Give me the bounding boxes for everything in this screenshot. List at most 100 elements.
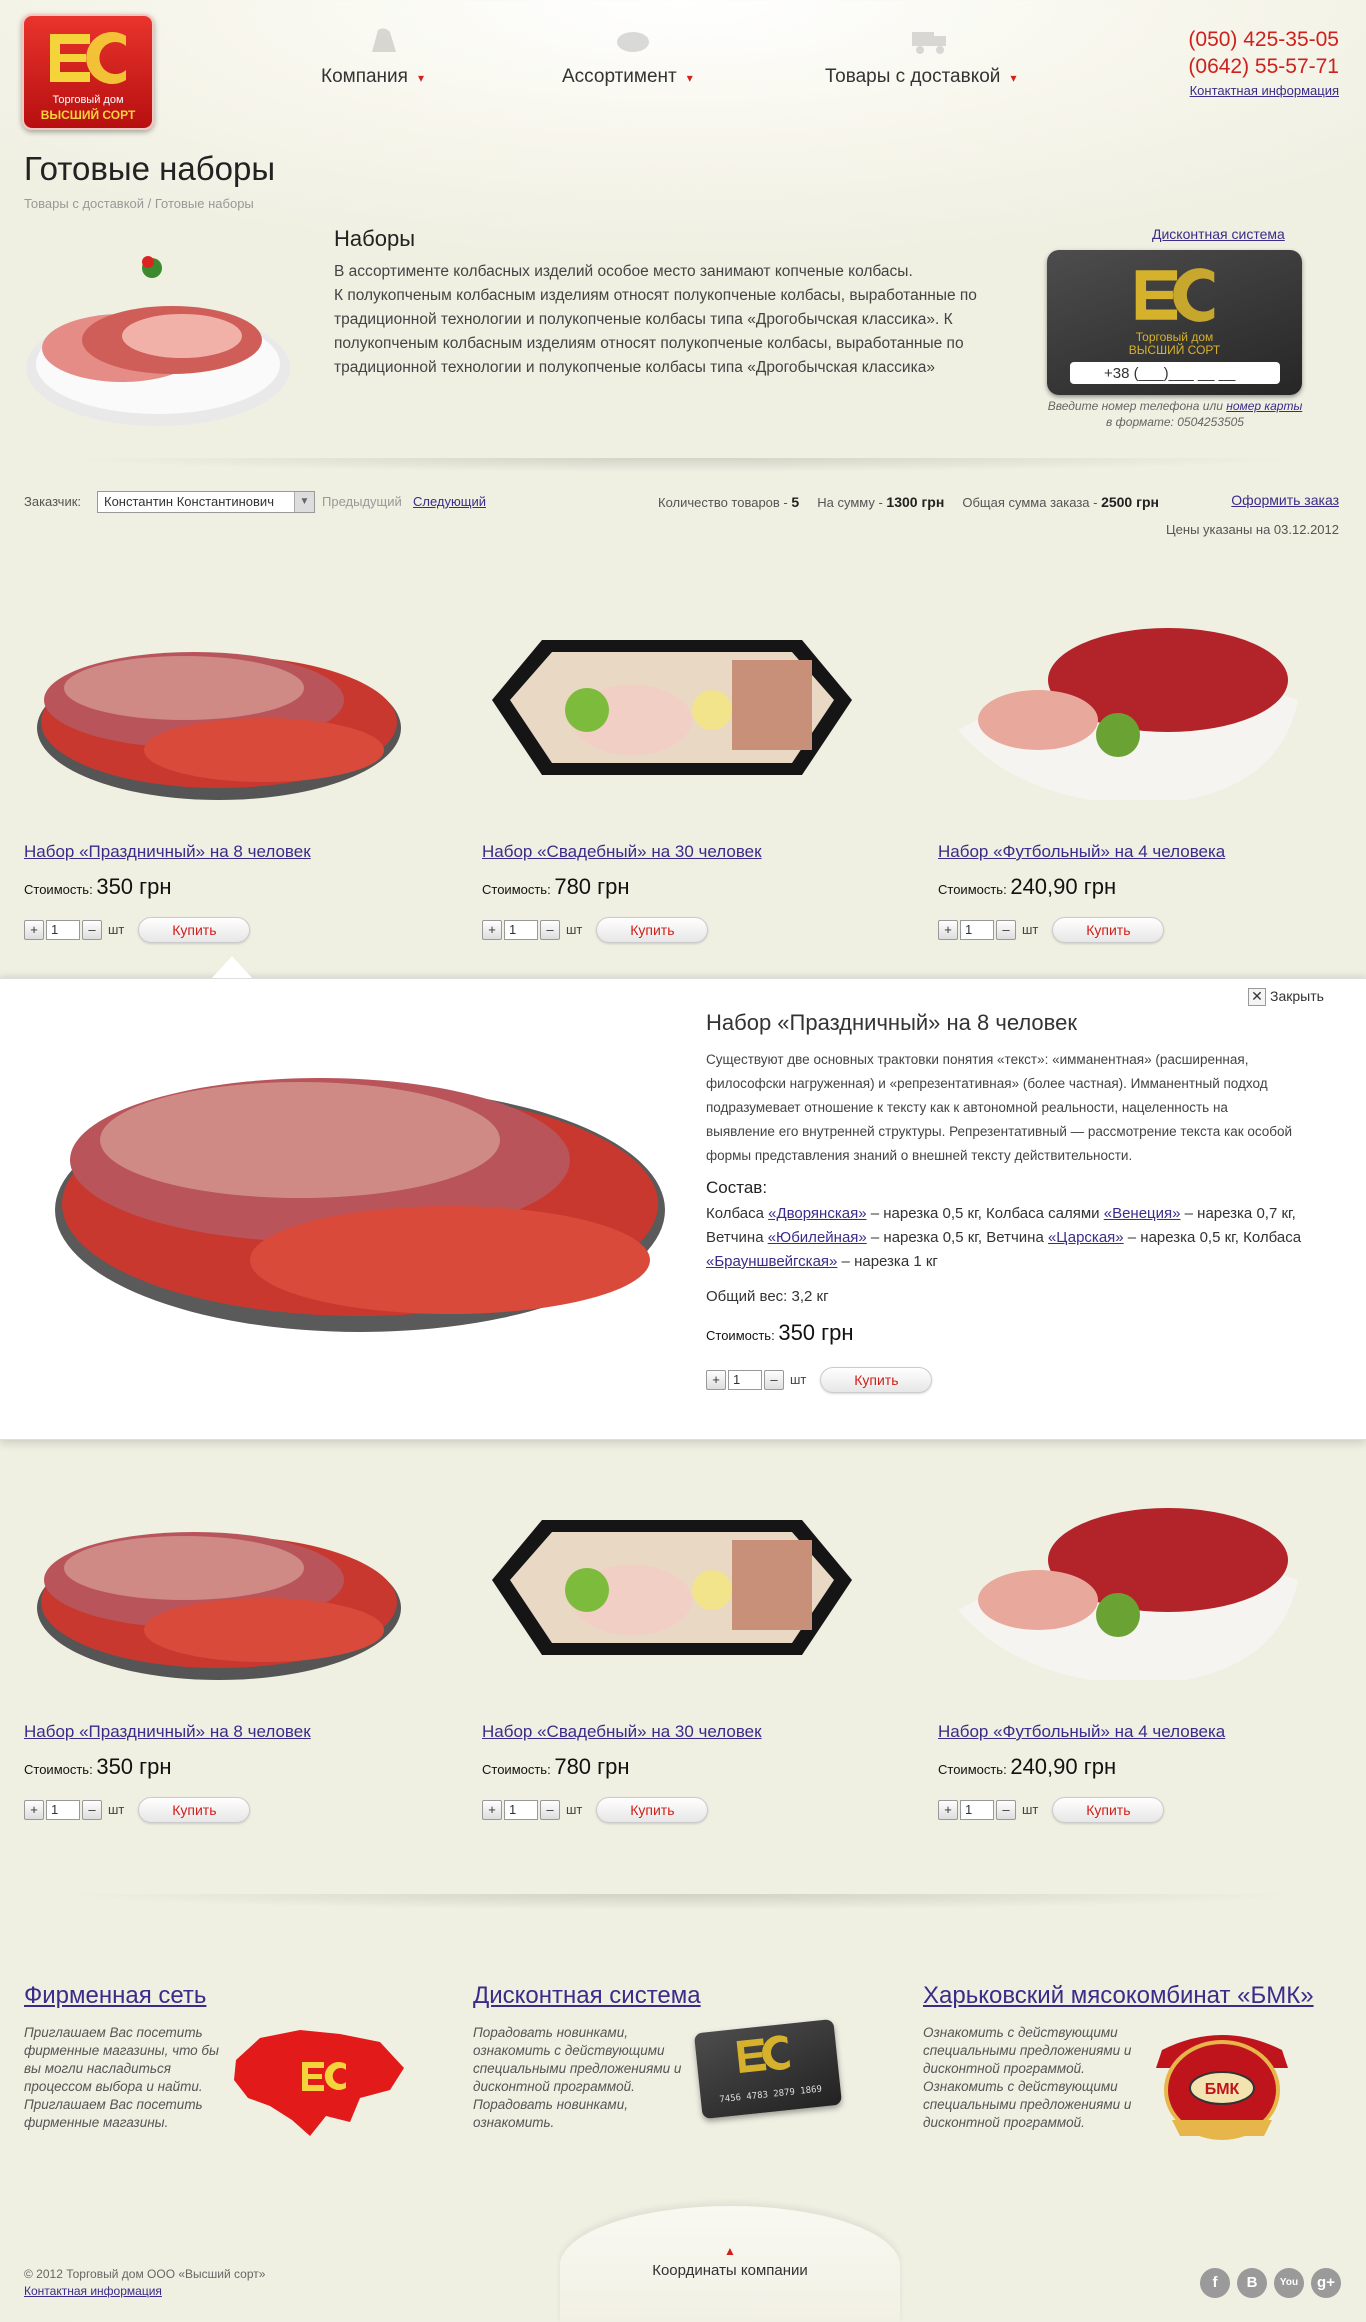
composition-text: – нарезка 0,5 кг, [1123, 1229, 1244, 1246]
nav-delivery-goods[interactable]: Товары с доставкой ▾ [825, 66, 1016, 88]
product-title-link[interactable]: Набор «Футбольный» на 4 человека [938, 842, 1225, 862]
qty-input[interactable]: 1 [960, 1800, 994, 1820]
qty-plus-button[interactable]: + [482, 920, 502, 940]
customer-select[interactable]: Константин Константинович ▼ [97, 491, 315, 513]
discount-system-link[interactable]: Дисконтная система [1152, 226, 1285, 242]
product-card [24, 1480, 404, 1685]
qty-input[interactable]: 1 [46, 920, 80, 940]
composition-text: Ветчина [706, 1229, 768, 1246]
product-title-link[interactable]: Набор «Свадебный» на 30 человек [482, 842, 762, 862]
qty-input[interactable]: 1 [728, 1370, 762, 1390]
qty-input[interactable]: 1 [504, 920, 538, 940]
breadcrumb[interactable]: Товары с доставкой / Готовые наборы [24, 196, 254, 211]
qty-minus-button[interactable]: – [996, 920, 1016, 940]
composition-link[interactable]: «Венеция» [1104, 1205, 1181, 1222]
footer-network-text: Приглашаем Вас посетить фирменные магази… [24, 2025, 219, 2130]
qty-minus-button[interactable]: – [996, 1800, 1016, 1820]
header-contacts-link[interactable]: Контактная информация [1190, 83, 1339, 98]
nav-company[interactable]: Компания ▾ [321, 66, 424, 88]
qty-plus-button[interactable]: + [938, 920, 958, 940]
buy-button[interactable]: Купить [820, 1367, 933, 1393]
qty-plus-button[interactable]: + [24, 920, 44, 940]
qty-input[interactable]: 1 [960, 920, 994, 940]
bmk-emblem-icon[interactable]: БМК [1142, 2020, 1302, 2150]
buy-button[interactable]: Купить [138, 917, 251, 943]
buy-button[interactable]: Купить [138, 1797, 251, 1823]
close-button[interactable]: ✕ Закрыть [1248, 988, 1324, 1006]
qty-unit: шт [790, 1372, 807, 1387]
product-price: 780 грн [554, 1754, 630, 1779]
product-card [482, 600, 862, 805]
product-image-festive[interactable] [24, 600, 404, 800]
buy-button[interactable]: Купить [596, 917, 709, 943]
footer-network-link[interactable]: Фирменная сеть [24, 1982, 206, 2010]
product-image-wedding[interactable] [482, 600, 862, 800]
qty-input[interactable]: 1 [46, 1800, 80, 1820]
nav-assortment[interactable]: Ассортимент ▾ [562, 66, 693, 88]
company-logo[interactable]: Торговый дом ВЫСШИЙ СОРТ [22, 14, 154, 130]
product-title-link[interactable]: Набор «Праздничный» на 8 человек [24, 1722, 311, 1742]
qty-input[interactable]: 1 [504, 1800, 538, 1820]
chevron-down-icon: ▾ [686, 71, 693, 85]
google-plus-icon[interactable]: g+ [1311, 2268, 1341, 2298]
product-image-festive[interactable] [24, 1480, 404, 1680]
company-coordinates-button[interactable]: Координаты компании [560, 2262, 900, 2279]
qty-unit: шт [1022, 922, 1039, 937]
checkout-link[interactable]: Оформить заказ [1231, 492, 1339, 508]
product-title-link[interactable]: Набор «Праздничный» на 8 человек [24, 842, 311, 862]
card-phone-input[interactable] [1070, 362, 1280, 384]
intro-title: Наборы [334, 226, 416, 251]
quantity-stepper: +1– шт Купить [482, 917, 709, 943]
facebook-icon[interactable]: f [1200, 2268, 1230, 2298]
vkontakte-icon[interactable]: B [1237, 2268, 1267, 2298]
quantity-stepper: +1– шт Купить [24, 917, 251, 943]
nav-delivery-label: Товары с доставкой [825, 66, 1001, 87]
cost-label: Стоимость: [938, 882, 1007, 897]
composition-list: Колбаса «Дворянская» – нарезка 0,5 кг, К… [706, 1202, 1306, 1274]
intro-text: В ассортименте колбасных изделий особое … [334, 263, 977, 376]
buy-button[interactable]: Купить [1052, 1797, 1165, 1823]
product-title-link[interactable]: Набор «Свадебный» на 30 человек [482, 1722, 762, 1742]
chevron-down-icon: ▾ [417, 71, 424, 85]
composition-link[interactable]: «Брауншвейгская» [706, 1253, 837, 1270]
card-number-link[interactable]: номер карты [1226, 399, 1302, 413]
buy-button[interactable]: Купить [1052, 917, 1165, 943]
card-hint-format: в формате: 0504253505 [1106, 415, 1244, 429]
logo-line2: ВЫСШИЙ СОРТ [40, 108, 136, 122]
qty-plus-button[interactable]: + [938, 1800, 958, 1820]
qty-minus-button[interactable]: – [764, 1370, 784, 1390]
intro-product-image [26, 256, 290, 426]
footer-contacts-link[interactable]: Контактная информация [24, 2284, 162, 2298]
product-image-wedding[interactable] [482, 1480, 862, 1680]
product-title-link[interactable]: Набор «Футбольный» на 4 человека [938, 1722, 1225, 1742]
qty-minus-button[interactable]: – [540, 1800, 560, 1820]
qty-plus-button[interactable]: + [24, 1800, 44, 1820]
total-label: Общая сумма заказа - [962, 495, 1098, 510]
delivery-truck-icon [912, 32, 946, 54]
chevron-up-icon: ▲ [724, 2244, 736, 2258]
buy-button[interactable]: Купить [596, 1797, 709, 1823]
footer-bmk-link[interactable]: Харьковский мясокомбинат «БМК» [923, 1982, 1314, 2010]
footer-discount-card[interactable]: 7456 4783 2879 1869 [693, 2018, 843, 2120]
composition-link[interactable]: «Юбилейная» [768, 1229, 867, 1246]
product-image-football[interactable] [938, 1480, 1318, 1685]
next-customer-link[interactable]: Следующий [413, 494, 486, 509]
copyright: © 2012 Торговый дом ООО «Высший сорт» Ко… [24, 2266, 265, 2300]
prev-customer[interactable]: Предыдущий [322, 494, 402, 509]
close-icon: ✕ [1248, 988, 1266, 1006]
composition-link[interactable]: «Дворянская» [768, 1205, 866, 1222]
ukraine-map-icon[interactable] [230, 2020, 408, 2140]
qty-minus-button[interactable]: – [82, 1800, 102, 1820]
product-cost: Стоимость: 350 грн [24, 1754, 172, 1780]
page-title: Готовые наборы [24, 150, 276, 187]
product-image-football[interactable] [938, 600, 1318, 805]
count-label: Количество товаров - [658, 495, 788, 510]
youtube-icon[interactable]: You [1274, 2268, 1304, 2298]
cost-label: Стоимость: [938, 1762, 1007, 1777]
footer-discount-link[interactable]: Дисконтная система [473, 1982, 701, 2010]
qty-plus-button[interactable]: + [482, 1800, 502, 1820]
qty-plus-button[interactable]: + [706, 1370, 726, 1390]
qty-minus-button[interactable]: – [82, 920, 102, 940]
qty-minus-button[interactable]: – [540, 920, 560, 940]
composition-link[interactable]: «Царская» [1048, 1229, 1124, 1246]
